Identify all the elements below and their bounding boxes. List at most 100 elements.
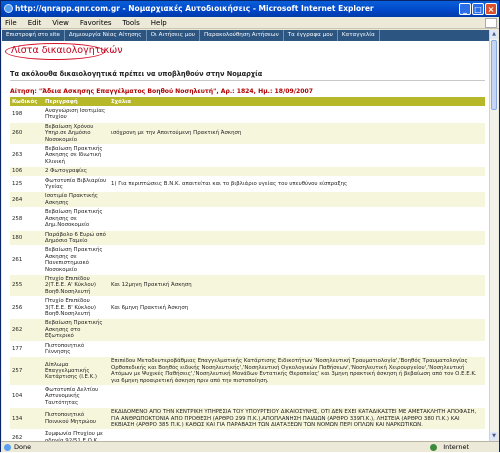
nav-complaint[interactable]: Καταγγελία xyxy=(338,30,380,41)
ie-logo-icon xyxy=(4,4,13,13)
menu-tools[interactable]: Tools xyxy=(123,17,140,28)
table-row: 255 Πτυχίο Επιπέδου 2(Τ.Ε.Ε. Α' Κύκλου) Β… xyxy=(10,273,485,297)
nav-track-applications[interactable]: Παρακολούθηση Αιτήσεων xyxy=(200,30,284,41)
status-bar: Done Internet xyxy=(1,441,499,452)
cell-description: Βεβαίωση Πρακτικής Ασκησης σε Πανεπιστημ… xyxy=(43,245,109,275)
page-intro: Τα ακόλουθα δικαιολογητικά πρέπει να υπο… xyxy=(10,70,263,78)
menu-bar: File Edit View Favorites Tools Help xyxy=(1,17,499,29)
vertical-scrollbar[interactable]: ▲ ▼ xyxy=(489,30,498,441)
cell-description: Βεβαίωση Πρακτικής Ασκησης στο Εξωτερικό xyxy=(43,318,109,342)
cell-code: 258 xyxy=(10,207,43,230)
cell-comment xyxy=(109,106,485,123)
cell-comment xyxy=(109,318,485,342)
cell-comment xyxy=(109,429,485,441)
site-nav: Επιστροφή στο site Δημιουργία Νέας Αίτησ… xyxy=(2,30,491,41)
cell-code: 106 xyxy=(10,166,43,177)
cell-code: 180 xyxy=(10,229,43,246)
cell-comment xyxy=(109,340,485,357)
cell-code: 257 xyxy=(10,356,43,386)
page-status-icon xyxy=(4,444,11,451)
table-row: 264 Ισοτιμία Πρακτικής Ασκησης xyxy=(10,191,485,208)
table-row: 256 Πτυχίο Επιπέδου 3(Τ.Ε.Ε. Β' Κύκλου) Β… xyxy=(10,296,485,319)
cell-comment xyxy=(109,207,485,230)
cell-description: 2 Φωτογραφίες xyxy=(43,166,109,177)
table-body: 198 Αναγνώριση Ισοτιμίας Πτυχίου 260 Βεβαίω… xyxy=(10,106,485,441)
menu-favorites[interactable]: Favorites xyxy=(80,17,112,28)
cell-comment: 1) Για περιπτώσεις Β.Ν.Κ. απαιτείται και… xyxy=(109,175,485,192)
cell-code: 261 xyxy=(10,245,43,275)
scroll-thumb[interactable] xyxy=(491,40,497,110)
cell-description: Πτυχίο Επιπέδου 2(Τ.Ε.Ε. Α' Κύκλου) Βοηθ… xyxy=(43,273,109,297)
nav-my-documents[interactable]: Τα έγγραφα μου xyxy=(284,30,338,41)
cell-comment xyxy=(109,166,485,177)
window-controls: _ □ × xyxy=(459,3,497,15)
table-row: 104 Φωτοτυπία Δελτίου Αστυνομικής Ταυτότη… xyxy=(10,385,485,408)
cell-comment xyxy=(109,191,485,208)
table-row: 177 Πιστοποιητικό Γέννησης xyxy=(10,340,485,357)
close-button[interactable]: × xyxy=(485,3,497,15)
cell-comment: ΕΚΔΙΔΟΜΕΝΟ ΑΠΟ ΤΗΝ ΚΕΝΤΡΙΚΗ ΥΠΗΡΕΣΙΑ ΤΟΥ… xyxy=(109,407,485,430)
cell-code: 255 xyxy=(10,273,43,297)
header-code: Κωδικός xyxy=(10,97,43,107)
divider xyxy=(10,80,485,81)
cell-code: 198 xyxy=(10,106,43,123)
cell-code: 260 xyxy=(10,121,43,145)
table-row: 258 Βεβαίωση Πρακτικής Ασκησης σε Δημ.Νοσ… xyxy=(10,207,485,230)
cell-description: Φωτοτυπία Βιβλιαρίου Υγείας xyxy=(43,175,109,192)
table-row: 263 Βεβαίωση Πρακτικής Ασκησης σε Ιδιωτικ… xyxy=(10,144,485,167)
window-title: http://qnrapp.qnr.com.gr - Νομαρχιακές Α… xyxy=(15,4,374,13)
maximize-button[interactable]: □ xyxy=(472,3,484,15)
browser-window: http://qnrapp.qnr.com.gr - Νομαρχιακές Α… xyxy=(0,0,500,452)
security-zone: Internet xyxy=(443,443,469,451)
menu-help[interactable]: Help xyxy=(151,17,167,28)
cell-description: Δίπλωμα Επαγγελματικής Κατάρτισης (Ι.Ε.Κ… xyxy=(43,356,109,386)
table-row: 257 Δίπλωμα Επαγγελματικής Κατάρτισης (Ι.… xyxy=(10,356,485,386)
cell-comment: ισόχρονη με την Αποιτούμενη Πρακτική Άσκ… xyxy=(109,121,485,145)
table-row: 198 Αναγνώριση Ισοτιμίας Πτυχίου xyxy=(10,106,485,123)
cell-code: 264 xyxy=(10,191,43,208)
cell-description: Αναγνώριση Ισοτιμίας Πτυχίου xyxy=(43,106,109,123)
cell-code: 125 xyxy=(10,175,43,192)
cell-comment xyxy=(109,144,485,167)
table-row: 125 Φωτοτυπία Βιβλιαρίου Υγείας 1) Για περ… xyxy=(10,175,485,192)
table-row: 134 Πιστοποιητικό Ποινικού Μητρώου ΕΚΔΙΔΟΜ… xyxy=(10,407,485,430)
cell-description: Βεβαίωση Πρακτικής Ασκησης σε Ιδιωτική Κ… xyxy=(43,144,109,167)
cell-description: Πιστοποιητικό Γέννησης xyxy=(43,340,109,357)
cell-comment: Επιπέδου Μεταδευτεροβάθμιας Επαγγελματικ… xyxy=(109,356,485,386)
cell-comment: Και 6μηνη Πρακτική Άσκηση xyxy=(109,296,485,319)
title-bar: http://qnrapp.qnr.com.gr - Νομαρχιακές Α… xyxy=(1,1,499,17)
table-row: 262 Συμφωνία Πτυχίου με οδηγία 92/51 Ε.Ο.… xyxy=(10,429,485,441)
cell-comment xyxy=(109,229,485,246)
status-text: Done xyxy=(14,443,32,451)
cell-code: 177 xyxy=(10,340,43,357)
cell-description: Πιστοποιητικό Ποινικού Μητρώου xyxy=(43,407,109,430)
menu-file[interactable]: File xyxy=(5,17,17,28)
cell-description: Συμφωνία Πτυχίου με οδηγία 92/51 Ε.Ο.Κ. xyxy=(43,429,109,441)
nav-back-to-site[interactable]: Επιστροφή στο site xyxy=(2,30,65,41)
internet-zone-icon xyxy=(430,444,437,451)
table-row: 106 2 Φωτογραφίες xyxy=(10,166,485,177)
cell-comment xyxy=(109,245,485,275)
minimize-button[interactable]: _ xyxy=(459,3,471,15)
cell-comment xyxy=(109,385,485,408)
scroll-down-icon[interactable]: ▼ xyxy=(490,432,498,441)
cell-comment: Και 12μηνη Πρακτική Άσκηση xyxy=(109,273,485,297)
menu-view[interactable]: View xyxy=(52,17,69,28)
menu-edit[interactable]: Edit xyxy=(28,17,42,28)
table-row: 262 Βεβαίωση Πρακτικής Ασκησης στο Εξωτερ… xyxy=(10,318,485,342)
cell-code: 104 xyxy=(10,385,43,408)
cell-code: 134 xyxy=(10,407,43,430)
cell-code: 263 xyxy=(10,144,43,167)
cell-code: 262 xyxy=(10,318,43,342)
table-row: 180 Παράβολο 6 Ευρώ από Δημόσιο Ταμείο xyxy=(10,229,485,246)
cell-description: Ισοτιμία Πρακτικής Ασκησης xyxy=(43,191,109,208)
cell-description: Παράβολο 6 Ευρώ από Δημόσιο Ταμείο xyxy=(43,229,109,246)
cell-description: Βεβαίωση Πρακτικής Ασκησης σε Δημ.Νοσοκο… xyxy=(43,207,109,230)
windows-flag-icon xyxy=(485,18,497,28)
cell-description: Φωτοτυπία Δελτίου Αστυνομικής Ταυτότητας xyxy=(43,385,109,408)
nav-my-applications[interactable]: Οι Αιτήσεις μου xyxy=(147,30,201,41)
page-content: Επιστροφή στο site Δημιουργία Νέας Αίτησ… xyxy=(2,30,491,441)
table-row: 260 Βεβαίωση Χρόνου Υπηρ.σε Δημόσιο Νοσοκ… xyxy=(10,121,485,145)
scroll-up-icon[interactable]: ▲ xyxy=(490,30,498,39)
nav-new-application[interactable]: Δημιουργία Νέας Αίτησης xyxy=(65,30,147,41)
